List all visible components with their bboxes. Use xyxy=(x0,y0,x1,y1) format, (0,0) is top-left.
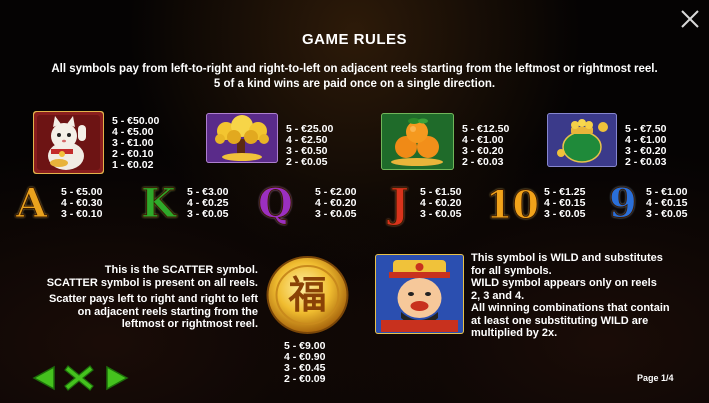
symbol-j-paytable: 5 - €1.50 4 - €0.20 3 - €0.05 xyxy=(420,186,462,220)
lucky-cat-paytable: 5 - €50.00 4 - €5.00 3 - €1.00 2 - €0.10… xyxy=(112,115,160,171)
symbol-9-paytable: 5 - €1.00 4 - €0.15 3 - €0.05 xyxy=(646,186,688,220)
fu-glyph: 福 xyxy=(288,273,327,317)
symbol-a-paytable: 5 - €5.00 4 - €0.30 3 - €0.10 xyxy=(61,186,103,220)
symbol-a: A xyxy=(15,180,48,227)
arrow-right-icon xyxy=(106,365,129,391)
scatter-symbol: 福 xyxy=(265,255,350,335)
gold-pot-paytable: 5 - €7.50 4 - €1.00 3 - €0.20 2 - €0.03 xyxy=(625,123,667,168)
symbol-9: 9 xyxy=(609,180,638,227)
close-icon xyxy=(681,10,699,28)
fortune-god-icon xyxy=(375,254,464,334)
gold-pot-icon xyxy=(547,113,617,167)
symbol-10: 10 xyxy=(486,182,540,227)
money-tree-icon xyxy=(206,113,278,163)
oranges-symbol xyxy=(381,113,454,170)
oranges-paytable: 5 - €12.50 4 - €1.00 3 - €0.20 2 - €0.03 xyxy=(462,123,510,168)
page-indicator: Page 1/4 xyxy=(637,373,674,383)
x-icon xyxy=(64,365,94,391)
oranges-icon xyxy=(381,113,454,170)
symbol-q-paytable: 5 - €2.00 4 - €0.20 3 - €0.05 xyxy=(315,186,357,220)
scatter-description: This is the SCATTER symbol. SCATTER symb… xyxy=(46,264,258,330)
prev-page-button[interactable] xyxy=(31,365,57,391)
symbol-k-paytable: 5 - €3.00 4 - €0.25 3 - €0.05 xyxy=(187,186,229,220)
intro-text: All symbols pay from left-to-right and r… xyxy=(51,63,658,90)
money-tree-symbol xyxy=(206,113,278,163)
close-paytable-button[interactable] xyxy=(64,364,94,392)
page-title: GAME RULES xyxy=(301,31,407,48)
lucky-cat-icon xyxy=(33,111,104,174)
next-page-button[interactable] xyxy=(104,365,130,391)
wild-symbol xyxy=(375,254,464,334)
lucky-cat-symbol xyxy=(33,111,104,174)
scatter-paytable: 5 - €9.00 4 - €0.90 3 - €0.45 2 - €0.09 xyxy=(284,340,326,385)
symbol-q: Q xyxy=(258,180,294,227)
gold-pot-symbol xyxy=(547,113,617,167)
wild-description: This symbol is WILD and substitutes for … xyxy=(471,252,670,339)
symbol-k: K xyxy=(141,180,177,227)
symbol-10-paytable: 5 - €1.25 4 - €0.15 3 - €0.05 xyxy=(544,186,586,220)
money-tree-paytable: 5 - €25.00 4 - €2.50 3 - €0.50 2 - €0.05 xyxy=(286,123,334,168)
close-button[interactable] xyxy=(679,8,701,30)
symbol-j: J xyxy=(390,180,410,227)
arrow-left-icon xyxy=(32,365,55,391)
